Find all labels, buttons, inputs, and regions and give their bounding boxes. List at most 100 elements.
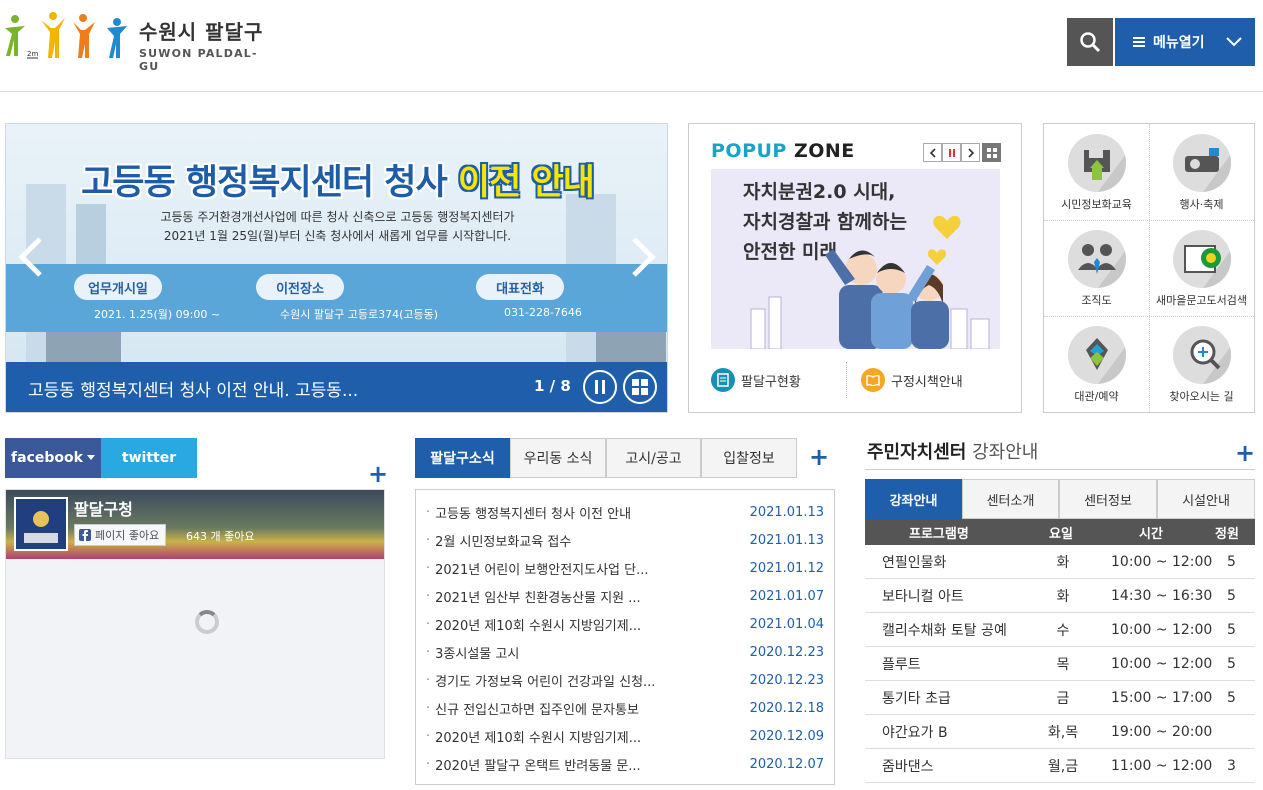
facebook-icon xyxy=(79,529,91,541)
table-row[interactable]: 줌바댄스 월,금 11:00 ~ 12:00 3 xyxy=(865,749,1255,783)
banner-value-phone: 031-228-7646 xyxy=(504,306,582,319)
cell-program: 연필인물화 xyxy=(882,554,947,571)
bullet-icon: · xyxy=(426,644,431,660)
banner-next-arrow-icon[interactable] xyxy=(628,236,658,278)
grid-icon xyxy=(986,147,997,158)
table-row[interactable]: 야간요가 B 화,목 19:00 ~ 20:00 xyxy=(865,715,1255,749)
banner-pause-button[interactable] xyxy=(583,370,617,404)
cell-capacity: 5 xyxy=(1227,553,1236,570)
news-title[interactable]: 경기도 가정보육 어린이 건강과일 신청... xyxy=(435,671,744,690)
tab-center-intro[interactable]: 센터소개 xyxy=(962,479,1059,519)
cell-time: 10:00 ~ 12:00 xyxy=(1111,655,1213,672)
logo-english: SUWON PALDAL-GU xyxy=(139,47,258,73)
list-item[interactable]: · 고등동 행정복지센터 청사 이전 안내 2021.01.13 xyxy=(426,498,824,526)
news-date: 2020.12.18 xyxy=(749,700,824,716)
banner-subtitle-2: 2021년 1월 25일(월)부터 신축 청사에서 새롭게 업무를 시작합니다. xyxy=(163,229,512,243)
col-capacity: 정원 xyxy=(1215,526,1239,542)
popup-prev-button[interactable] xyxy=(923,143,942,162)
news-date: 2021.01.13 xyxy=(749,504,824,520)
quick-item-directions[interactable]: 찾아오시는 길 xyxy=(1149,316,1254,412)
facebook-page-header[interactable]: 팔달구청 페이지 좋아요 643 개 좋아요 xyxy=(6,490,384,559)
news-date: 2021.01.07 xyxy=(749,588,824,604)
bullet-icon: · xyxy=(426,504,431,520)
col-program: 프로그램명 xyxy=(909,526,969,542)
quick-item-organization[interactable]: 조직도 xyxy=(1044,220,1149,316)
list-item[interactable]: · 2021년 임산부 친환경농산물 지원 ... 2021.01.07 xyxy=(426,582,824,610)
news-title[interactable]: 2020년 제10회 수원시 지방임기제... xyxy=(435,615,744,634)
sns-more-plus-icon[interactable]: + xyxy=(368,462,388,486)
cell-day: 금 xyxy=(1056,690,1070,707)
cell-day: 월,금 xyxy=(1047,758,1079,775)
popup-banner-image[interactable]: 자치분권2.0 시대, 자치경찰과 함께하는 안전한 미래 xyxy=(711,169,1000,349)
lecture-section-title: 주민자치센터 강좌안내 xyxy=(867,442,1039,463)
book-icon xyxy=(861,368,885,392)
site-logo[interactable]: 2m 수원시 팔달구 SUWON PALDAL-GU xyxy=(5,8,265,73)
lecture-table-header: 프로그램명 요일 시간 정원 xyxy=(865,519,1255,545)
tab-dong-news[interactable]: 우리동 소식 xyxy=(510,438,606,478)
news-title[interactable]: 3종시설물 고시 xyxy=(435,643,744,662)
news-title[interactable]: 2021년 임산부 친환경농산물 지원 ... xyxy=(435,587,744,606)
list-item[interactable]: · 경기도 가정보육 어린이 건강과일 신청... 2020.12.23 xyxy=(426,666,824,694)
news-title[interactable]: 고등동 행정복지센터 청사 이전 안내 xyxy=(435,503,744,522)
quick-item-events[interactable]: 행사·축제 xyxy=(1149,124,1254,220)
link-policy-guide[interactable]: 구정시책안내 xyxy=(861,368,963,392)
quick-item-library-search[interactable]: 새마을문고도서검색 xyxy=(1149,220,1254,316)
list-item[interactable]: · 2021년 어린이 보행안전지도사업 단... 2021.01.12 xyxy=(426,554,824,582)
facebook-page-name[interactable]: 팔달구청 xyxy=(74,496,133,520)
banner-prev-arrow-icon[interactable] xyxy=(16,236,46,278)
quick-item-education[interactable]: 시민정보화교육 xyxy=(1044,124,1149,220)
list-item[interactable]: · 2020년 제10회 수원시 지방임기제... 2021.01.04 xyxy=(426,610,824,638)
news-title[interactable]: 2020년 팔달구 온택트 반려동물 문... xyxy=(435,755,744,774)
bullet-icon: · xyxy=(426,728,431,744)
tab-notices[interactable]: 고시/공고 xyxy=(606,438,701,478)
tab-center-info[interactable]: 센터정보 xyxy=(1059,479,1157,519)
table-row[interactable]: 플루트 목 10:00 ~ 12:00 5 xyxy=(865,647,1255,681)
tab-twitter[interactable]: twitter xyxy=(101,438,197,478)
projector-icon xyxy=(1172,134,1231,192)
news-title[interactable]: 2021년 어린이 보행안전지도사업 단... xyxy=(435,559,744,578)
news-more-plus-icon[interactable]: + xyxy=(809,445,829,469)
cell-day: 수 xyxy=(1056,622,1070,639)
bullet-icon: · xyxy=(426,532,431,548)
bullet-icon: · xyxy=(426,588,431,604)
search-button[interactable] xyxy=(1067,18,1113,66)
news-list: · 고등동 행정복지센터 청사 이전 안내 2021.01.13 · 2월 시민정보화교… xyxy=(415,489,835,785)
main-banner-slider[interactable]: 고등동 행정복지센터 청사 이전 안내 고등동 주거환경개선사업에 따른 청사 … xyxy=(5,123,668,413)
cell-program: 캘리수채화 토탈 공예 xyxy=(882,622,1007,639)
cell-day: 화 xyxy=(1056,554,1070,571)
banner-caption-bar: 고등동 행정복지센터 청사 이전 안내. 고등동... 1 / 8 xyxy=(6,362,667,412)
tab-paldal-news[interactable]: 팔달구소식 xyxy=(415,438,510,478)
link-paldal-status[interactable]: 팔달구현황 xyxy=(711,368,801,392)
list-item[interactable]: · 2020년 팔달구 온택트 반려동물 문... 2020.12.07 xyxy=(426,750,824,778)
tab-facility-info[interactable]: 시설안내 xyxy=(1157,479,1255,519)
list-item[interactable]: · 2020년 제10회 수원시 지방임기제... 2020.12.09 xyxy=(426,722,824,750)
news-title[interactable]: 신규 전입신고하면 집주인에 문자통보 xyxy=(435,699,744,718)
facebook-like-button[interactable]: 페이지 좋아요 xyxy=(74,524,167,546)
tab-facebook[interactable]: facebook xyxy=(5,438,101,478)
chevron-right-icon xyxy=(967,147,974,158)
cell-program: 플루트 xyxy=(882,656,921,673)
table-row[interactable]: 보타니컬 아트 화 14:30 ~ 16:30 5 xyxy=(865,579,1255,613)
tab-bidding[interactable]: 입찰정보 xyxy=(701,438,797,478)
table-row[interactable]: 통기타 초급 금 15:00 ~ 17:00 5 xyxy=(865,681,1255,715)
list-item[interactable]: · 신규 전입신고하면 집주인에 문자통보 2020.12.18 xyxy=(426,694,824,722)
magnifier-icon xyxy=(1172,326,1231,384)
chevron-left-icon xyxy=(929,147,936,158)
avatar[interactable] xyxy=(14,497,68,551)
popup-next-button[interactable] xyxy=(961,143,980,162)
popup-grid-button[interactable] xyxy=(982,143,1001,162)
lecture-more-plus-icon[interactable]: + xyxy=(1235,441,1255,465)
banner-pill-location: 이전장소 xyxy=(256,274,344,300)
banner-caption[interactable]: 고등동 행정복지센터 청사 이전 안내. 고등동... xyxy=(28,376,358,401)
banner-grid-button[interactable] xyxy=(623,370,657,404)
news-title[interactable]: 2020년 제10회 수원시 지방임기제... xyxy=(435,727,744,746)
table-row[interactable]: 캘리수채화 토탈 공예 수 10:00 ~ 12:00 5 xyxy=(865,613,1255,647)
table-row[interactable]: 연필인물화 화 10:00 ~ 12:00 5 xyxy=(865,545,1255,579)
list-item[interactable]: · 3종시설물 고시 2020.12.23 xyxy=(426,638,824,666)
menu-open-button[interactable]: 메뉴열기 xyxy=(1115,18,1255,66)
quick-item-reservation[interactable]: 대관/예약 xyxy=(1044,316,1149,412)
news-title[interactable]: 2월 시민정보화교육 접수 xyxy=(435,531,744,550)
list-item[interactable]: · 2월 시민정보화교육 접수 2021.01.13 xyxy=(426,526,824,554)
tab-lectures[interactable]: 강좌안내 xyxy=(865,479,962,519)
popup-pause-button[interactable] xyxy=(942,143,961,162)
